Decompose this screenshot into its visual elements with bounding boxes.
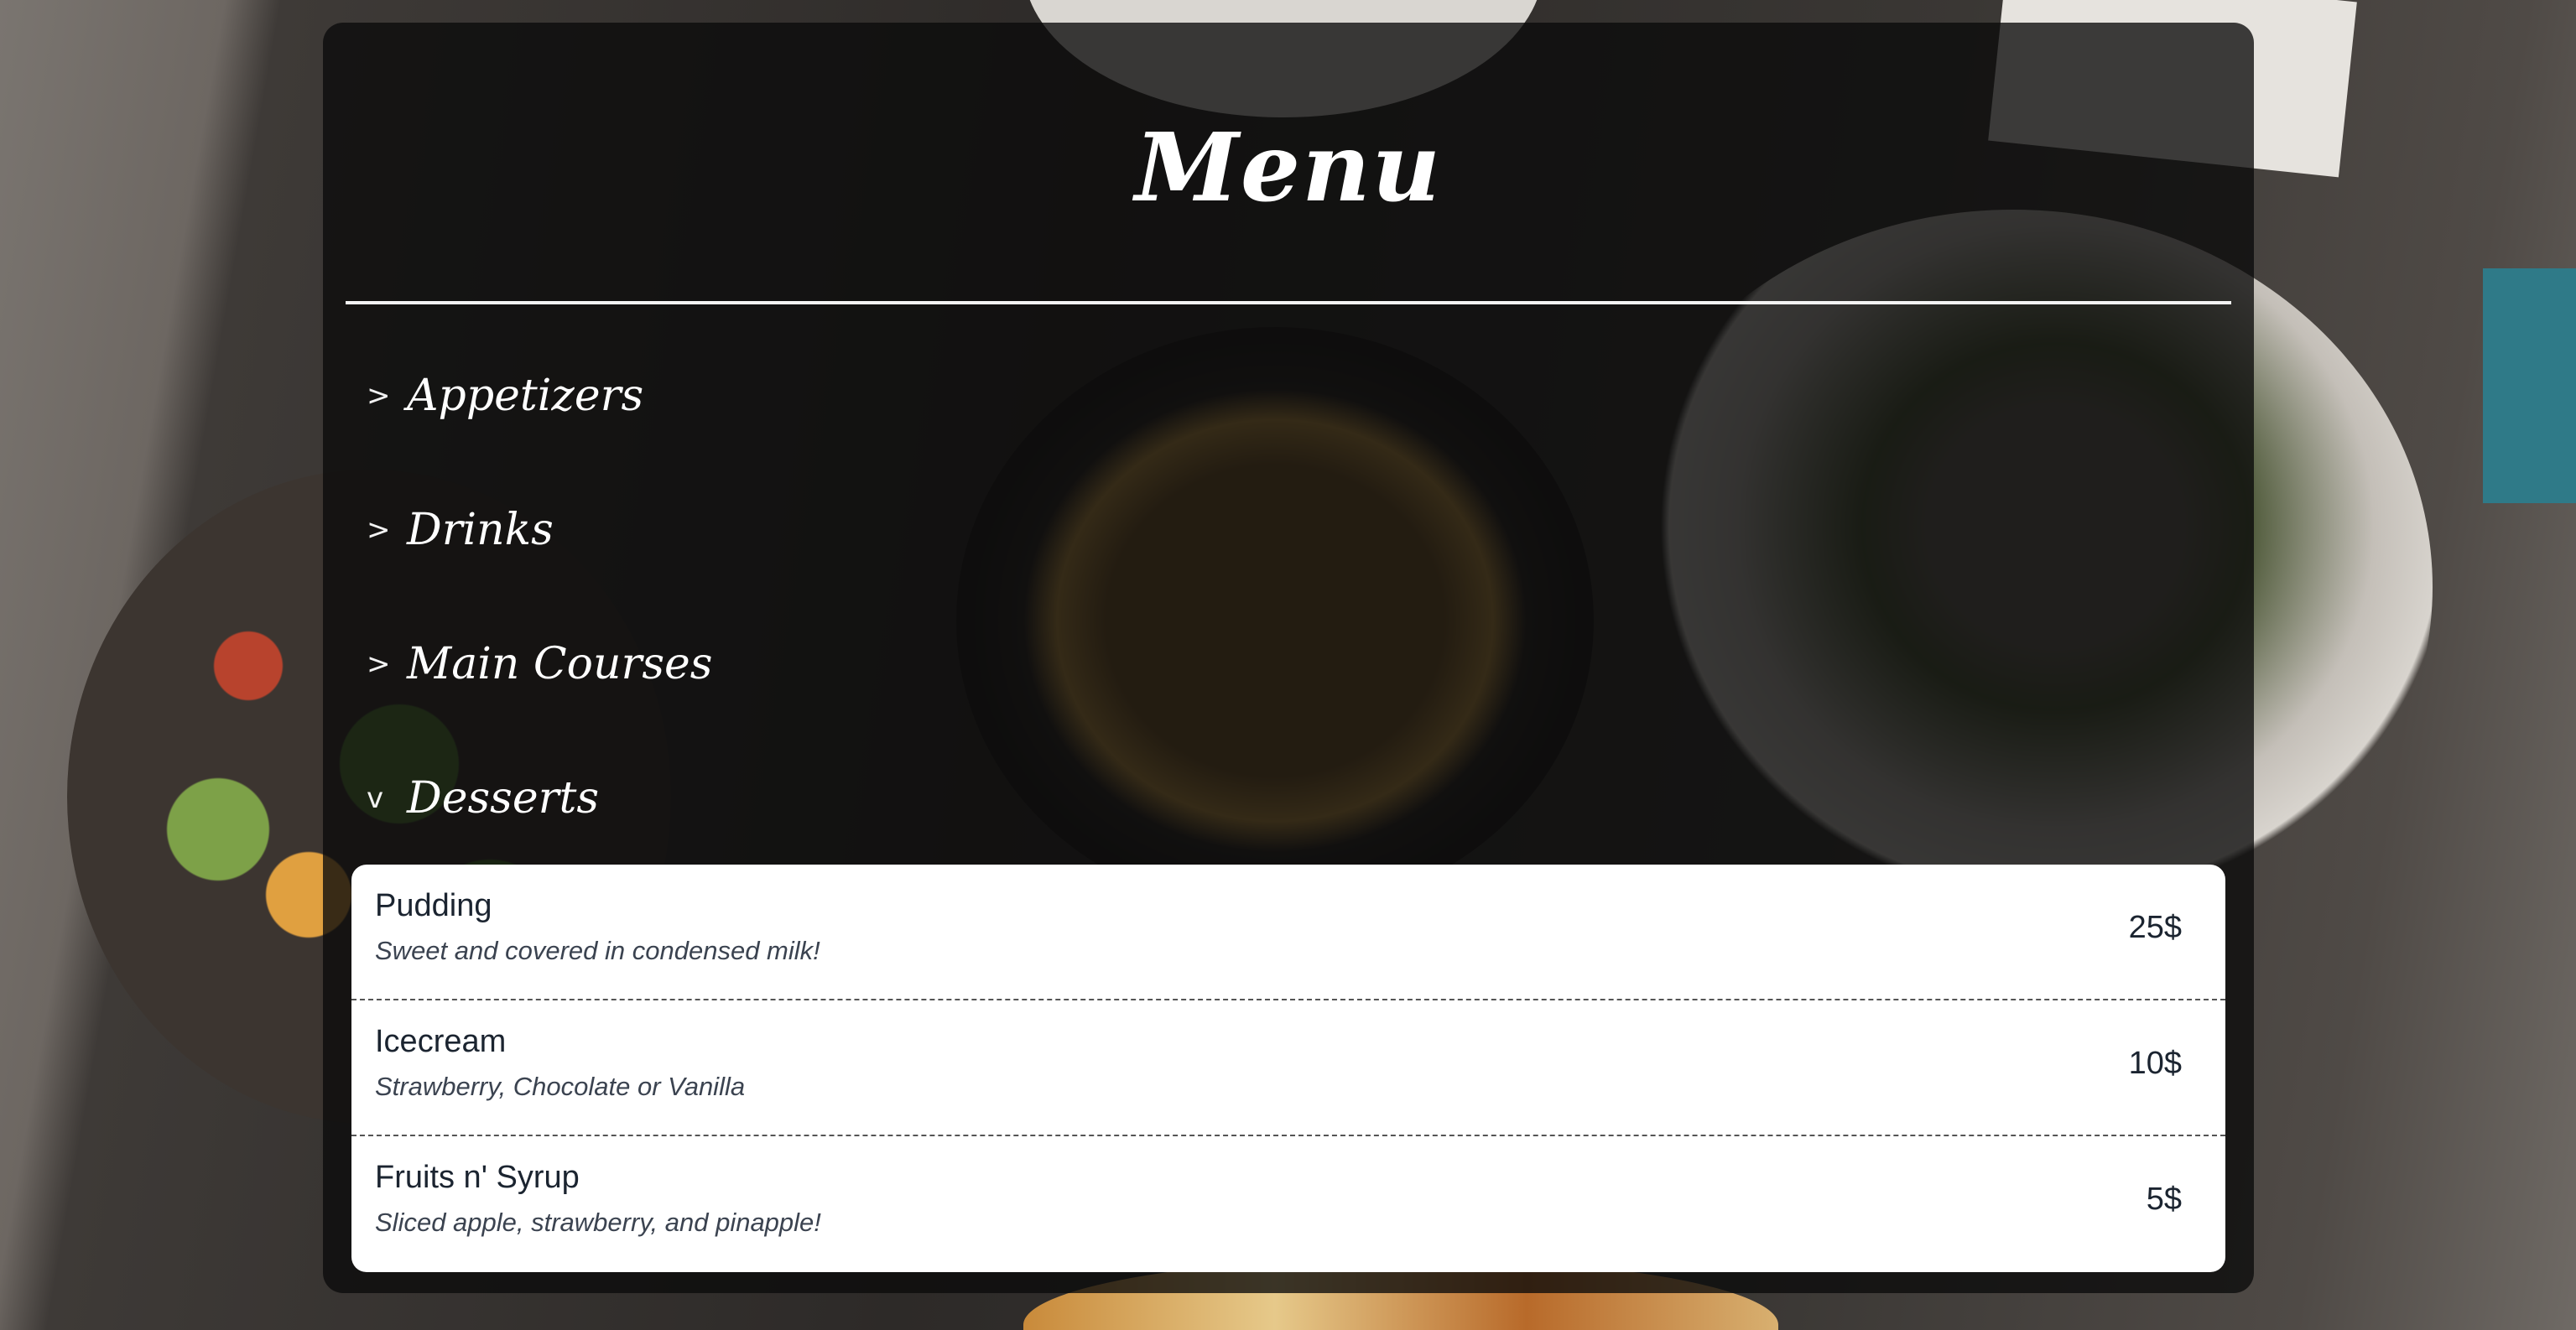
chevron-right-icon: > [367,647,391,681]
category-drinks[interactable]: > Drinks [367,492,554,568]
item-price: 10$ [2128,1046,2182,1081]
category-label: Appetizers [407,371,644,421]
item-description: Sliced apple, strawberry, and pinapple! [375,1208,821,1237]
category-label: Drinks [407,505,554,555]
list-item[interactable]: Fruits n' Syrup Sliced apple, strawberry… [351,1136,2225,1272]
list-item[interactable]: Icecream Strawberry, Chocolate or Vanill… [351,1000,2225,1136]
item-description: Strawberry, Chocolate or Vanilla [375,1072,746,1101]
menu-panel: Menu > Appetizers > Drinks > Main Course… [323,23,2254,1293]
title-divider [346,301,2231,304]
item-name: Icecream [375,1024,507,1059]
list-item[interactable]: Pudding Sweet and covered in condensed m… [351,865,2225,1000]
chevron-right-icon: > [367,513,391,547]
item-description: Sweet and covered in condensed milk! [375,936,820,965]
item-price: 5$ [2146,1182,2182,1217]
category-main-courses[interactable]: > Main Courses [367,626,712,702]
category-appetizers[interactable]: > Appetizers [367,358,643,434]
menu-title: Menu [1134,113,1443,223]
category-label: Desserts [407,773,600,823]
chevron-right-icon: > [367,379,391,413]
desserts-list: Pudding Sweet and covered in condensed m… [351,865,2225,1272]
category-label: Main Courses [407,639,713,689]
item-name: Fruits n' Syrup [375,1160,580,1195]
background-accent [2483,268,2576,503]
item-name: Pudding [375,888,492,923]
chevron-down-icon: v [367,782,384,815]
category-desserts[interactable]: v Desserts [367,761,599,836]
item-price: 25$ [2128,910,2182,945]
